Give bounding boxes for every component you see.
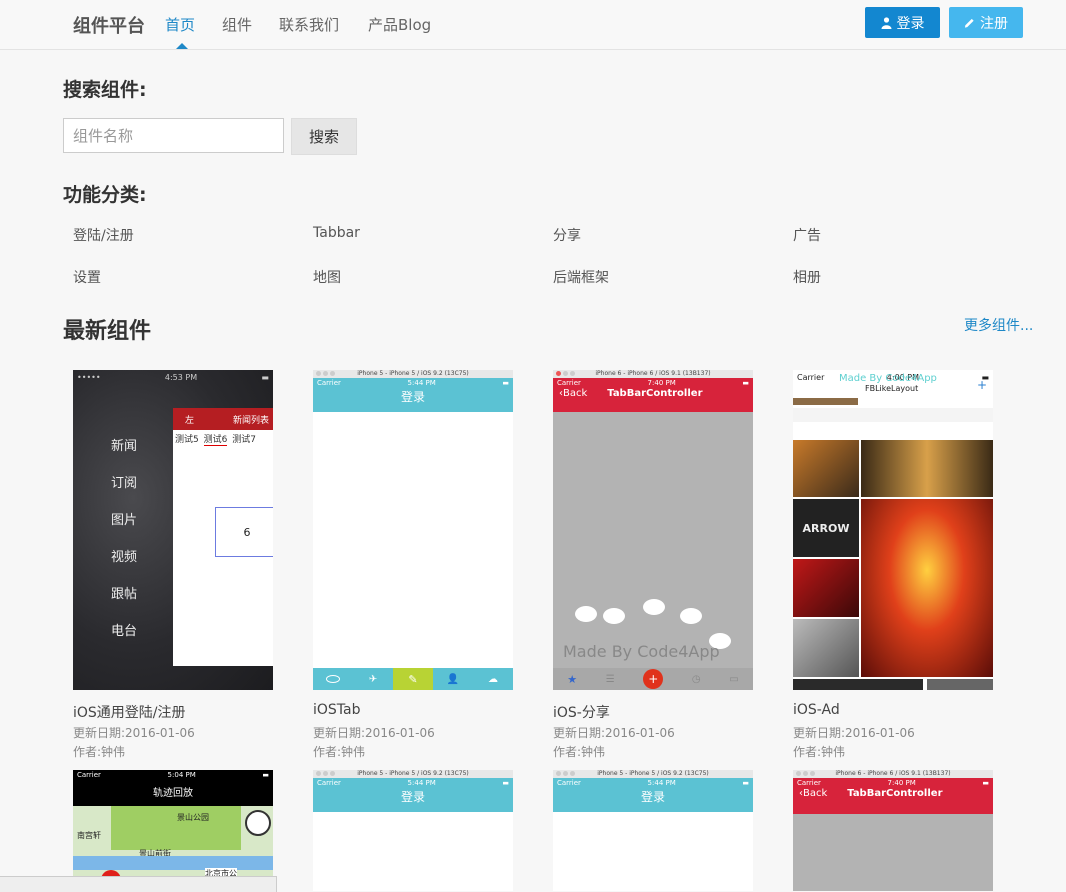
more-components-link[interactable]: 更多组件...: [964, 315, 1033, 335]
menu-item: 跟帖: [111, 587, 138, 602]
category-album[interactable]: 相册: [793, 267, 821, 287]
card-date: 更新日期:2016-01-06: [793, 726, 915, 740]
card-title-iostab[interactable]: iOSTab: [313, 702, 361, 718]
card-thumbnail-login-3[interactable]: iPhone 5 - iPhone 5 / iOS 9.2 (13C75) Ca…: [553, 770, 753, 891]
card-date: 更新日期:2016-01-06: [73, 726, 195, 740]
card-thumbnail-share[interactable]: iPhone 6 - iPhone 6 / iOS 9.1 (13B137) C…: [553, 370, 753, 690]
menu-item: 订阅: [111, 476, 138, 491]
nav-blog[interactable]: 产品Blog: [368, 14, 431, 35]
card-title-login[interactable]: iOS通用登陆/注册: [73, 702, 186, 722]
login-label: 登录: [896, 15, 925, 32]
search-button[interactable]: 搜索: [291, 118, 357, 155]
menu-item: 图片: [111, 513, 138, 528]
side-menu: 新闻 订阅 图片 视频 跟帖 电台: [111, 428, 137, 650]
category-tabbar[interactable]: Tabbar: [313, 225, 360, 241]
pencil-icon: [964, 18, 974, 28]
category-share[interactable]: 分享: [553, 225, 581, 245]
category-backend[interactable]: 后端框架: [553, 267, 609, 287]
register-label: 注册: [980, 15, 1008, 32]
search-input[interactable]: 组件名称: [63, 118, 284, 153]
tab-bar: ✈ ✎ 👤 ☁: [313, 668, 513, 690]
search-heading: 搜索组件:: [63, 79, 147, 101]
category-map[interactable]: 地图: [313, 267, 341, 287]
nav-components[interactable]: 组件: [222, 14, 252, 35]
card-author: 作者:钟伟: [793, 745, 846, 759]
menu-item: 电台: [111, 624, 138, 639]
card-thumbnail-map[interactable]: Carrier 5:04 PM ▬ 轨迹回放 景山公园 南宫轩 景山前街 北京市公: [73, 770, 273, 891]
card-author: 作者:钟伟: [553, 745, 606, 759]
browser-status-bar: [0, 876, 277, 892]
card-thumbnail-login-2[interactable]: iPhone 5 - iPhone 5 / iOS 9.2 (13C75) Ca…: [313, 770, 513, 891]
card-thumbnail-ad[interactable]: Carrier 4:00 PM ▬ Made By Code4App FBLikeL…: [793, 370, 993, 690]
card-thumbnail-login[interactable]: ••••• 4:53 PM ▬ 新闻 订阅 图片 视频 跟帖 电台 左新闻列表 测试…: [73, 370, 273, 690]
menu-item: 视频: [111, 550, 138, 565]
latest-heading: 最新组件: [63, 319, 152, 344]
card-title-ad[interactable]: iOS-Ad: [793, 702, 840, 718]
categories-heading: 功能分类:: [63, 184, 147, 206]
card-author: 作者:钟伟: [73, 745, 126, 759]
category-ad[interactable]: 广告: [793, 225, 821, 245]
card-thumbnail-iostab[interactable]: iPhone 5 - iPhone 5 / iOS 9.2 (13C75) Ca…: [313, 370, 513, 690]
brand-logo[interactable]: 组件平台: [73, 12, 145, 38]
card-date: 更新日期:2016-01-06: [553, 726, 675, 740]
card-author: 作者:钟伟: [313, 745, 366, 759]
top-navbar: 组件平台 首页 组件 联系我们 产品Blog 登录 注册: [0, 0, 1066, 50]
card-date: 更新日期:2016-01-06: [313, 726, 435, 740]
nav-home[interactable]: 首页: [165, 14, 195, 35]
nav-contact[interactable]: 联系我们: [279, 14, 339, 35]
card-thumbnail-tabbar[interactable]: iPhone 6 - iPhone 6 / iOS 9.1 (13B137) C…: [793, 770, 993, 891]
active-caret: [176, 43, 188, 49]
menu-item: 新闻: [111, 439, 138, 454]
card-title-share[interactable]: iOS-分享: [553, 702, 610, 722]
category-settings[interactable]: 设置: [73, 267, 101, 287]
content-panel: 左新闻列表 测试5 测试6 测试7 6: [173, 408, 273, 666]
category-login[interactable]: 登陆/注册: [73, 225, 134, 245]
register-button[interactable]: 注册: [949, 7, 1023, 38]
user-icon: [881, 16, 891, 29]
login-button[interactable]: 登录: [865, 7, 940, 38]
